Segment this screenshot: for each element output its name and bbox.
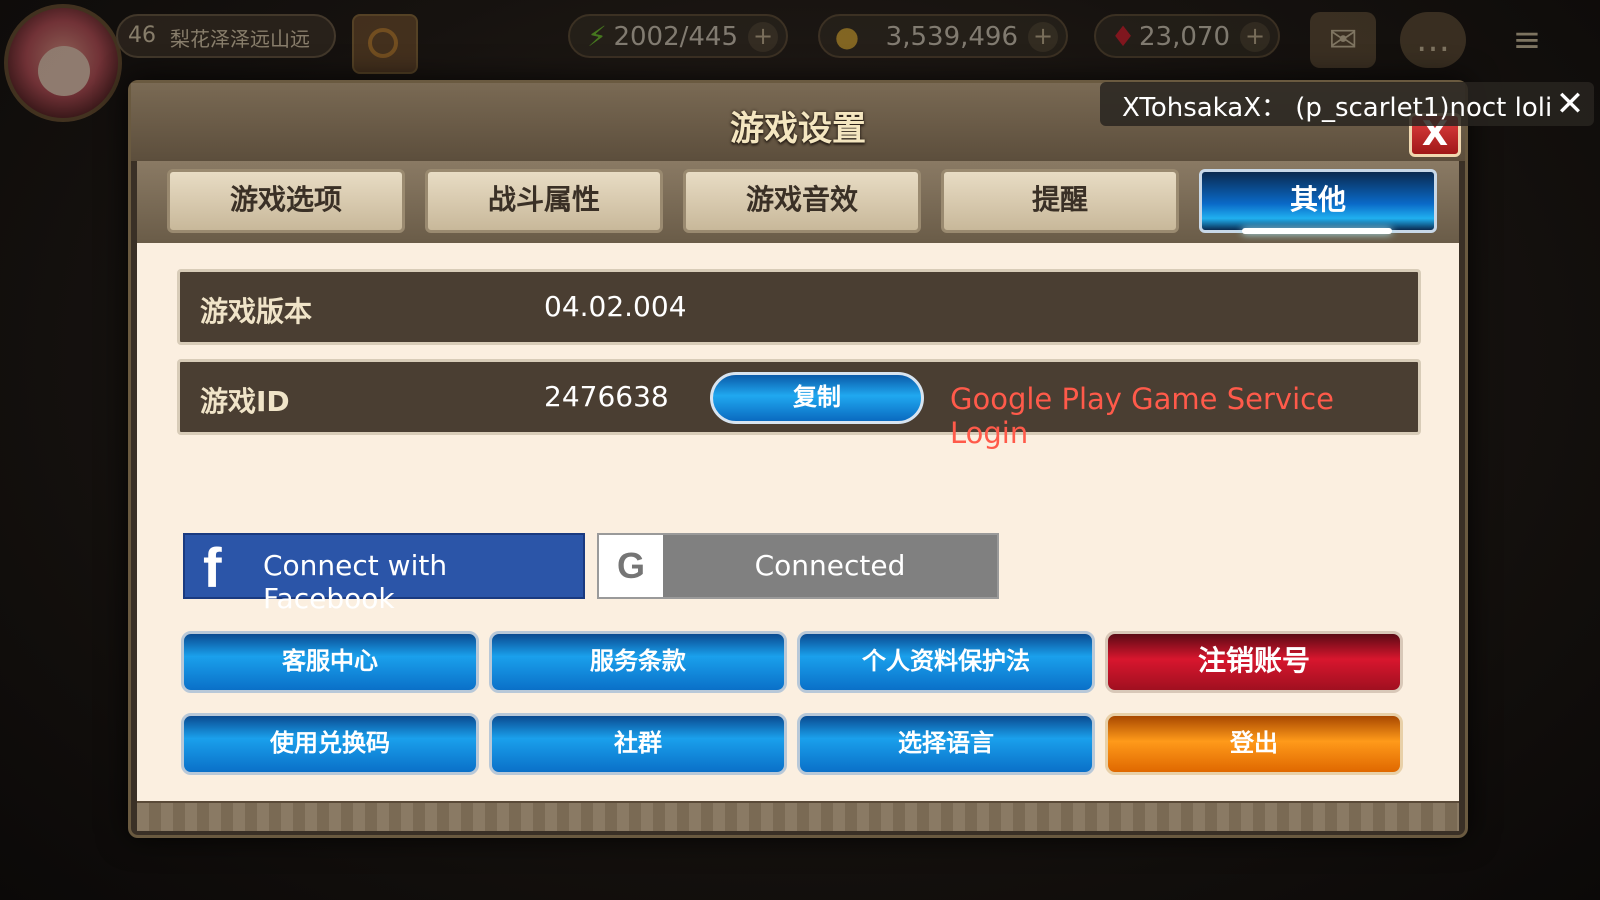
ruby-icon: ♦ [1110,20,1136,53]
settings-tabs: 游戏选项 战斗属性 游戏音效 提醒 其他 [137,161,1459,243]
game-id-value: 2476638 [544,380,669,413]
quest-icon[interactable] [352,14,418,74]
stamina-counter: ⚡ 2002/445 + [568,14,788,58]
add-gold-button[interactable]: + [1028,22,1058,52]
add-stamina-button[interactable]: + [748,22,778,52]
chat-notification[interactable]: XTohsakaX： (p_scarlet1)noct loli ✕ [1100,82,1594,126]
game-id-row: 游戏ID 2476638 复制 Google Play Game Service… [177,359,1421,450]
delete-account-button[interactable]: 注销账号 [1105,631,1403,693]
version-row: 游戏版本 04.02.004 [177,269,1421,345]
connect-facebook-button[interactable]: f Connect with Facebook [183,533,585,615]
tab-game-sound[interactable]: 游戏音效 [683,169,921,233]
level-bar: 46 梨花泽泽远山远 [116,14,336,58]
tab-other[interactable]: 其他 [1199,169,1437,234]
dialog-bottom-trim [137,801,1459,831]
redeem-code-button[interactable]: 使用兑换码 [181,713,479,775]
close-chat-icon[interactable]: ✕ [1550,82,1590,126]
privacy-policy-button[interactable]: 个人资料保护法 [797,631,1095,693]
terms-of-service-button[interactable]: 服务条款 [489,631,787,693]
tab-battle-attributes[interactable]: 战斗属性 [425,169,663,233]
copy-id-button[interactable]: 复制 [710,372,924,424]
gold-coin-icon: ● [834,20,860,53]
player-name: 梨花泽泽远山远 [170,27,310,51]
google-button-label: Connected [754,549,906,582]
google-connected-button[interactable]: G Connected [597,533,999,599]
settings-dialog: 游戏设置 X 游戏选项 战斗属性 游戏音效 提醒 其他 游戏版本 04.02.0… [128,80,1468,838]
add-gems-button[interactable]: + [1240,22,1270,52]
lightning-icon: ⚡ [587,20,607,53]
top-hud: 46 梨花泽泽远山远 ⚡ 2002/445 + ● 3,539,496 + ♦ … [0,0,1600,122]
stamina-value: 2002/445 [613,22,738,52]
chat-message: XTohsakaX： (p_scarlet1)noct loli [1122,93,1553,123]
avatar-face [38,46,90,96]
mail-icon[interactable]: ✉ [1310,12,1376,68]
google-icon: G [616,545,645,586]
facebook-button-label: Connect with Facebook [263,549,448,615]
gold-value: 3,539,496 [885,22,1018,52]
logout-button[interactable]: 登出 [1105,713,1403,775]
player-level: 46 [128,23,156,48]
gold-counter: ● 3,539,496 + [818,14,1068,58]
google-play-login-link[interactable]: Google Play Game Service Login [950,382,1418,450]
gem-counter: ♦ 23,070 + [1094,14,1280,58]
menu-icon[interactable]: ≡ [1494,12,1560,68]
gem-value: 23,070 [1139,22,1230,52]
community-button[interactable]: 社群 [489,713,787,775]
player-avatar[interactable] [4,4,122,122]
version-value: 04.02.004 [544,290,687,323]
facebook-icon: f [203,536,222,599]
customer-service-button[interactable]: 客服中心 [181,631,479,693]
chat-icon[interactable]: … [1400,12,1466,68]
tab-game-options[interactable]: 游戏选项 [167,169,405,233]
game-id-label: 游戏ID [200,385,290,418]
tab-content-other: 游戏版本 04.02.004 游戏ID 2476638 复制 Google Pl… [137,243,1459,801]
tab-reminders[interactable]: 提醒 [941,169,1179,233]
quest-ring [368,28,398,58]
select-language-button[interactable]: 选择语言 [797,713,1095,775]
version-label: 游戏版本 [200,295,313,328]
